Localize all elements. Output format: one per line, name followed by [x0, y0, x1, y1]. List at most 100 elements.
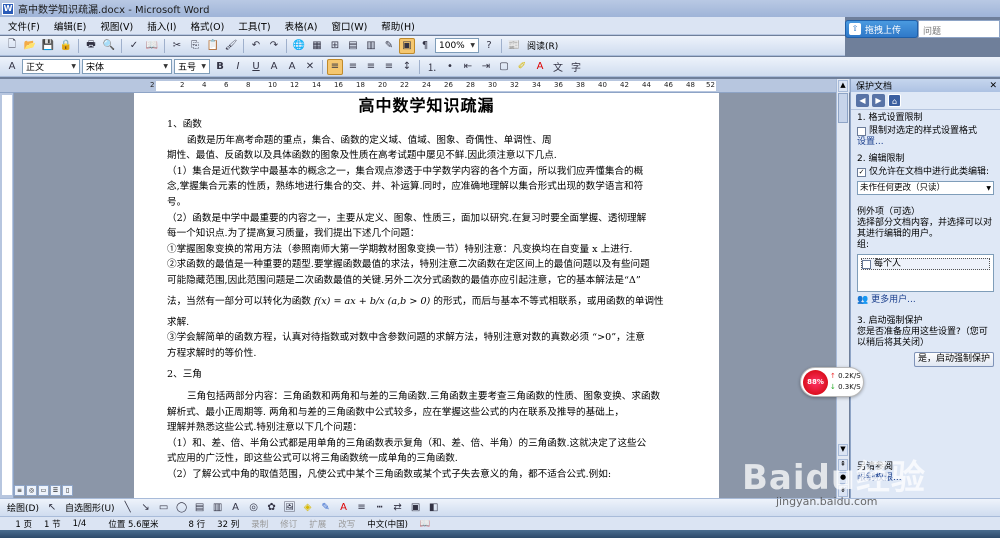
permission-icon[interactable]: 🔒 [58, 38, 74, 54]
start-enforcing-button[interactable]: 是，启动强制保护 [913, 352, 994, 367]
back-icon[interactable]: ◀ [856, 94, 869, 107]
menu-format[interactable]: 格式(O) [190, 19, 224, 33]
scroll-up-icon[interactable]: ▲ [838, 80, 848, 92]
styles-icon[interactable]: A [4, 59, 20, 75]
underline-icon[interactable]: U [248, 59, 264, 75]
italic-icon[interactable]: I [230, 59, 246, 75]
textbox-icon[interactable]: ▤ [192, 500, 208, 516]
drawing-icon[interactable]: ✎ [381, 38, 397, 54]
line-spacing-icon[interactable]: ↕ [399, 59, 415, 75]
new-icon[interactable]: 🗋 [4, 38, 20, 54]
research-icon[interactable]: 📖 [144, 38, 160, 54]
help-icon[interactable]: ? [481, 38, 497, 54]
autoshapes-menu[interactable]: 自选图形(U) [62, 501, 118, 514]
line-icon[interactable]: ╲ [120, 500, 136, 516]
style-select[interactable]: 正文 ▼ [22, 59, 80, 74]
restrict-permission-link[interactable]: 限制权限... [857, 473, 902, 484]
draw-menu[interactable]: 绘图(D) [4, 501, 42, 514]
print-view-icon[interactable]: ▭ [38, 485, 49, 496]
align-center-icon[interactable]: ≡ [345, 59, 361, 75]
tables-borders-icon[interactable]: ▦ [309, 38, 325, 54]
reading-view-icon[interactable]: ▯ [62, 485, 73, 496]
menu-edit[interactable]: 编辑(E) [54, 19, 86, 33]
home-icon[interactable]: ⌂ [888, 94, 901, 107]
vertical-textbox-icon[interactable]: ▥ [210, 500, 226, 516]
3d-icon[interactable]: ◧ [426, 500, 442, 516]
save-icon[interactable]: 💾 [40, 38, 56, 54]
shadow-icon[interactable]: ▣ [408, 500, 424, 516]
char-border-icon[interactable]: A [266, 59, 282, 75]
browse-object-icon[interactable]: ● [838, 472, 848, 484]
phonetic-icon[interactable]: 文 [550, 59, 566, 75]
close-icon[interactable]: ✕ [989, 81, 997, 91]
enclose-icon[interactable]: 字 [568, 59, 584, 75]
menu-insert[interactable]: 插入(I) [147, 19, 176, 33]
font-size-select[interactable]: 五号 ▼ [174, 59, 210, 74]
line-color-icon[interactable]: ✎ [318, 500, 334, 516]
scroll-down-icon[interactable]: ▼ [838, 444, 848, 456]
columns-icon[interactable]: ▥ [363, 38, 379, 54]
undo-icon[interactable]: ↶ [248, 38, 264, 54]
menu-table[interactable]: 表格(A) [285, 19, 318, 33]
vertical-ruler[interactable] [0, 93, 14, 498]
clipart-icon[interactable]: ✿ [264, 500, 280, 516]
hyperlink-icon[interactable]: 🌐 [291, 38, 307, 54]
document-page[interactable]: 高中数学知识疏漏 1、函数 函数是历年高考命题的重点，集合、函数的定义域、值域、… [134, 93, 719, 498]
menu-view[interactable]: 视图(V) [100, 19, 133, 33]
spelling-icon[interactable]: ✓ [126, 38, 142, 54]
align-justify-icon[interactable]: ≡ [327, 58, 343, 75]
picture-icon[interactable]: 🖼 [282, 500, 298, 516]
status-rec[interactable]: 录制 [245, 518, 274, 530]
char-shading-icon[interactable]: A [284, 59, 300, 75]
more-users-link[interactable]: 👥 更多用户... [857, 295, 994, 306]
arrow-icon[interactable]: ↘ [138, 500, 154, 516]
scroll-thumb[interactable] [838, 93, 848, 123]
format-painter-icon[interactable]: 🖌 [223, 38, 239, 54]
settings-link[interactable]: 设置... [857, 137, 994, 148]
diagram-icon[interactable]: ◎ [246, 500, 262, 516]
normal-view-icon[interactable]: ≡ [14, 485, 25, 496]
previous-page-icon[interactable]: ⇞ [838, 459, 848, 471]
format-restriction-checkbox[interactable]: 限制对选定的样式设置格式 [857, 126, 994, 137]
open-icon[interactable]: 📂 [22, 38, 38, 54]
outside-border-icon[interactable]: ▢ [496, 59, 512, 75]
next-page-icon[interactable]: ⇟ [838, 485, 848, 497]
wordart-icon[interactable]: A [228, 500, 244, 516]
user-item-everyone[interactable]: 每个人 [861, 258, 990, 270]
paste-icon[interactable]: 📋 [205, 38, 221, 54]
dash-style-icon[interactable]: ┅ [372, 500, 388, 516]
bold-icon[interactable]: B [212, 59, 228, 75]
menu-tools[interactable]: 工具(T) [238, 19, 270, 33]
document-map-icon[interactable]: ▣ [399, 37, 415, 54]
spelling-status-icon[interactable]: 📖 [414, 519, 437, 529]
drag-upload-button[interactable]: ⇧ 拖拽上传 [845, 20, 918, 38]
network-speed-widget[interactable]: 88% ↑ 0.2K/S ↓ 0.3K/S [800, 367, 864, 397]
copy-icon[interactable]: ⎘ [187, 38, 203, 54]
print-preview-icon[interactable]: 🔍 [101, 38, 117, 54]
edit-type-select[interactable]: 未作任何更改（只读） ▼ [857, 181, 994, 195]
status-ext[interactable]: 扩展 [303, 518, 332, 530]
question-input[interactable]: 问题 [918, 20, 1000, 38]
bullets-icon[interactable]: • [442, 59, 458, 75]
fill-color-icon[interactable]: ◈ [300, 500, 316, 516]
increase-indent-icon[interactable]: ⇥ [478, 59, 494, 75]
forward-icon[interactable]: ▶ [872, 94, 885, 107]
redo-icon[interactable]: ↷ [266, 38, 282, 54]
outline-view-icon[interactable]: ☰ [50, 485, 61, 496]
draw-font-color-icon[interactable]: A [336, 500, 352, 516]
highlight-icon[interactable]: ✐ [514, 59, 530, 75]
menu-help[interactable]: 帮助(H) [381, 19, 415, 33]
status-ovr[interactable]: 改写 [332, 518, 361, 530]
line-style-icon[interactable]: ≡ [354, 500, 370, 516]
insert-excel-icon[interactable]: ▤ [345, 38, 361, 54]
select-objects-icon[interactable]: ↖ [44, 500, 60, 516]
rectangle-icon[interactable]: ▭ [156, 500, 172, 516]
insert-table-icon[interactable]: ⊞ [327, 38, 343, 54]
align-right-icon[interactable]: ≡ [363, 59, 379, 75]
decrease-indent-icon[interactable]: ⇤ [460, 59, 476, 75]
numbering-icon[interactable]: ⒈ [424, 59, 440, 75]
status-trk[interactable]: 修订 [274, 518, 303, 530]
show-hide-icon[interactable]: ¶ [417, 38, 433, 54]
char-scale-icon[interactable]: ✕ [302, 59, 318, 75]
zoom-select[interactable]: 100% ▼ [435, 38, 479, 53]
